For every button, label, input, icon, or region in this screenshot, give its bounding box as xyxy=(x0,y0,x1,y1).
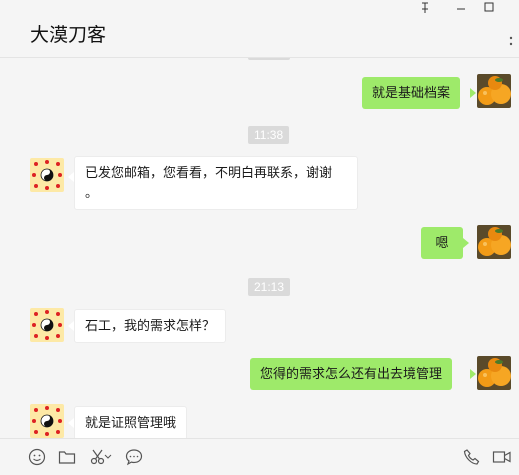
message-bubble-received[interactable]: 就是证照管理哦 xyxy=(74,406,188,438)
self-avatar[interactable] xyxy=(477,225,511,259)
bubble-tail xyxy=(470,88,476,98)
bubble-tail xyxy=(470,369,476,379)
minimize-button[interactable] xyxy=(450,2,472,18)
self-avatar[interactable] xyxy=(477,74,511,108)
message-list[interactable]: 就是基础档案 11:38 已发您邮箱，您看看，不明白再联系，谢谢 。 嗯 21:… xyxy=(0,58,519,438)
emoji-icon[interactable] xyxy=(27,447,47,467)
message-bubble-sent[interactable]: 嗯 xyxy=(421,227,463,259)
message-bubble-sent[interactable]: 您得的需求怎么还有出去境管理 xyxy=(250,358,453,390)
bubble-tail xyxy=(463,238,469,248)
message-text: 嗯 xyxy=(435,235,449,250)
message-text: 就是证照管理哦 xyxy=(85,415,177,430)
maximize-button[interactable] xyxy=(478,2,500,18)
chevron-down-icon[interactable] xyxy=(103,447,113,467)
self-avatar[interactable] xyxy=(477,356,511,390)
message-text: 。 xyxy=(85,185,99,200)
previous-time-pill xyxy=(248,58,290,60)
timestamp-pill: 21:13 xyxy=(248,278,291,296)
message-bubble-received[interactable]: 石工，我的需求怎样？ xyxy=(74,309,227,343)
message-text: 石工，我的需求怎样？ xyxy=(85,318,216,333)
folder-icon[interactable] xyxy=(57,447,77,467)
phone-icon[interactable] xyxy=(462,447,482,467)
chat-bubble-icon[interactable] xyxy=(124,447,144,467)
contact-avatar[interactable] xyxy=(30,158,64,192)
video-icon[interactable] xyxy=(492,447,512,467)
timestamp-pill: 11:38 xyxy=(248,126,290,144)
chat-header: 大漠刀客 xyxy=(0,0,519,58)
chat-title: 大漠刀客 xyxy=(30,25,107,46)
contact-avatar[interactable] xyxy=(30,308,64,342)
more-options-icon[interactable] xyxy=(509,34,517,50)
message-bubble-sent[interactable]: 就是基础档案 xyxy=(362,77,461,109)
message-text: 已发您邮箱，您看看，不明白再联系，谢谢 xyxy=(85,165,333,180)
contact-avatar[interactable] xyxy=(30,404,64,438)
message-bubble-received[interactable]: 已发您邮箱，您看看，不明白再联系，谢谢 。 xyxy=(74,156,358,210)
input-toolbar xyxy=(0,438,519,475)
message-text: 您得的需求怎么还有出去境管理 xyxy=(260,366,443,381)
pin-icon[interactable] xyxy=(414,2,436,18)
message-text: 就是基础档案 xyxy=(372,85,451,100)
